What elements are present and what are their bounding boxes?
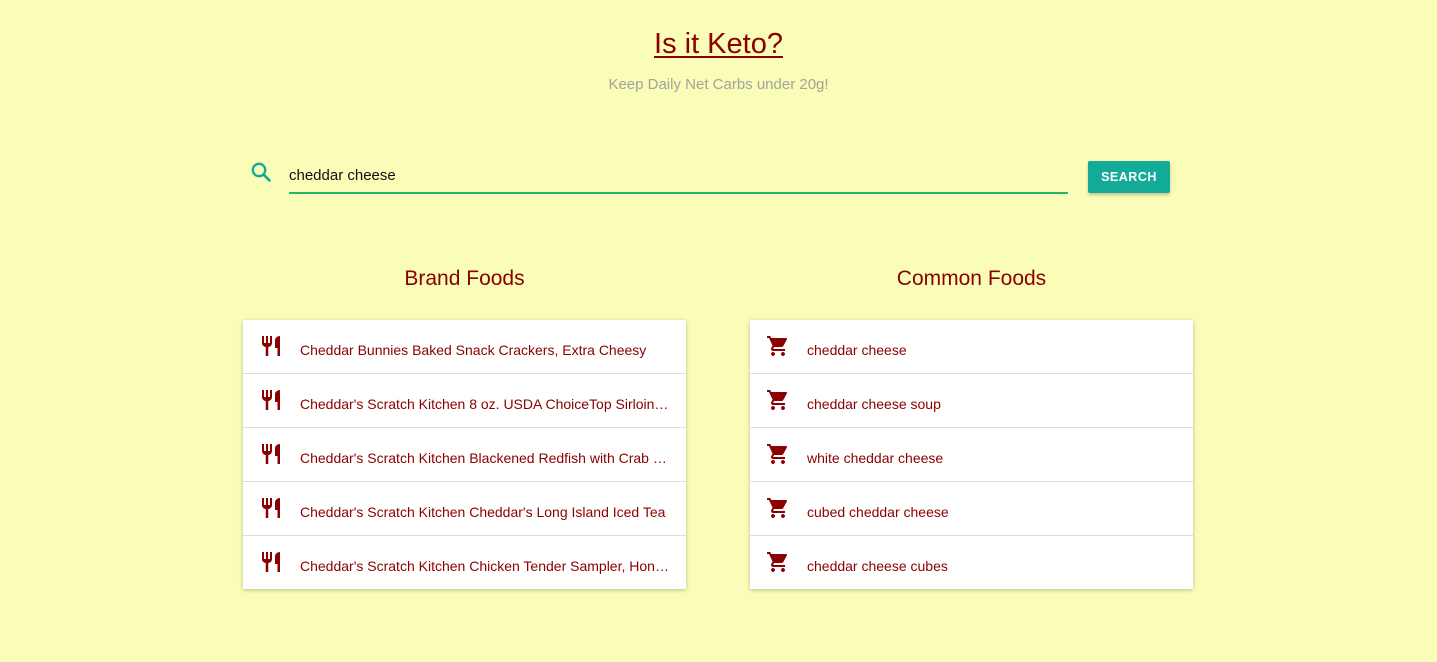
common-food-label: cheddar cheese xyxy=(807,342,907,358)
common-food-item[interactable]: cheddar cheese cubes xyxy=(750,536,1193,589)
brand-food-item[interactable]: Cheddar's Scratch Kitchen Chicken Tender… xyxy=(243,536,686,589)
brand-food-item[interactable]: Cheddar's Scratch Kitchen 8 oz. USDA Cho… xyxy=(243,374,686,428)
restaurant-icon xyxy=(259,496,283,520)
common-food-item[interactable]: cubed cheddar cheese xyxy=(750,482,1193,536)
common-food-label: cheddar cheese soup xyxy=(807,396,941,412)
page: Is it Keto? Keep Daily Net Carbs under 2… xyxy=(0,0,1437,662)
brand-food-item[interactable]: Cheddar's Scratch Kitchen Blackened Redf… xyxy=(243,428,686,482)
brand-food-label: Cheddar's Scratch Kitchen Chicken Tender… xyxy=(300,558,670,574)
brand-foods-heading: Brand Foods xyxy=(404,267,525,290)
restaurant-icon xyxy=(259,442,283,466)
common-food-label: cheddar cheese cubes xyxy=(807,558,948,574)
brand-food-label: Cheddar's Scratch Kitchen 8 oz. USDA Cho… xyxy=(300,396,670,412)
shopping-cart-icon xyxy=(766,442,790,466)
shopping-cart-icon xyxy=(766,496,790,520)
restaurant-icon xyxy=(259,388,283,412)
restaurant-icon xyxy=(259,334,283,358)
search-icon xyxy=(249,160,273,184)
shopping-cart-icon xyxy=(766,388,790,412)
brand-food-label: Cheddar's Scratch Kitchen Blackened Redf… xyxy=(300,450,670,466)
title-link[interactable]: Is it Keto? xyxy=(654,28,783,60)
shopping-cart-icon xyxy=(766,334,790,358)
brand-food-item[interactable]: Cheddar's Scratch Kitchen Cheddar's Long… xyxy=(243,482,686,536)
search-input[interactable] xyxy=(289,158,1068,194)
shopping-cart-icon xyxy=(766,550,790,574)
brand-food-item[interactable]: Cheddar Bunnies Baked Snack Crackers, Ex… xyxy=(243,320,686,374)
common-food-label: cubed cheddar cheese xyxy=(807,504,949,520)
common-foods-list: cheddar cheese cheddar cheese soup white… xyxy=(750,320,1193,589)
search-button[interactable]: SEARCH xyxy=(1088,161,1170,193)
common-food-item[interactable]: white cheddar cheese xyxy=(750,428,1193,482)
common-foods-heading: Common Foods xyxy=(896,267,1047,290)
brand-foods-list: Cheddar Bunnies Baked Snack Crackers, Ex… xyxy=(243,320,686,589)
restaurant-icon xyxy=(259,550,283,574)
common-food-item[interactable]: cheddar cheese xyxy=(750,320,1193,374)
brand-food-label: Cheddar's Scratch Kitchen Cheddar's Long… xyxy=(300,504,666,520)
common-food-item[interactable]: cheddar cheese soup xyxy=(750,374,1193,428)
page-subtitle: Keep Daily Net Carbs under 20g! xyxy=(608,76,829,93)
page-title: Is it Keto? xyxy=(0,28,1437,61)
common-food-label: white cheddar cheese xyxy=(807,450,944,466)
brand-food-label: Cheddar Bunnies Baked Snack Crackers, Ex… xyxy=(300,342,647,358)
